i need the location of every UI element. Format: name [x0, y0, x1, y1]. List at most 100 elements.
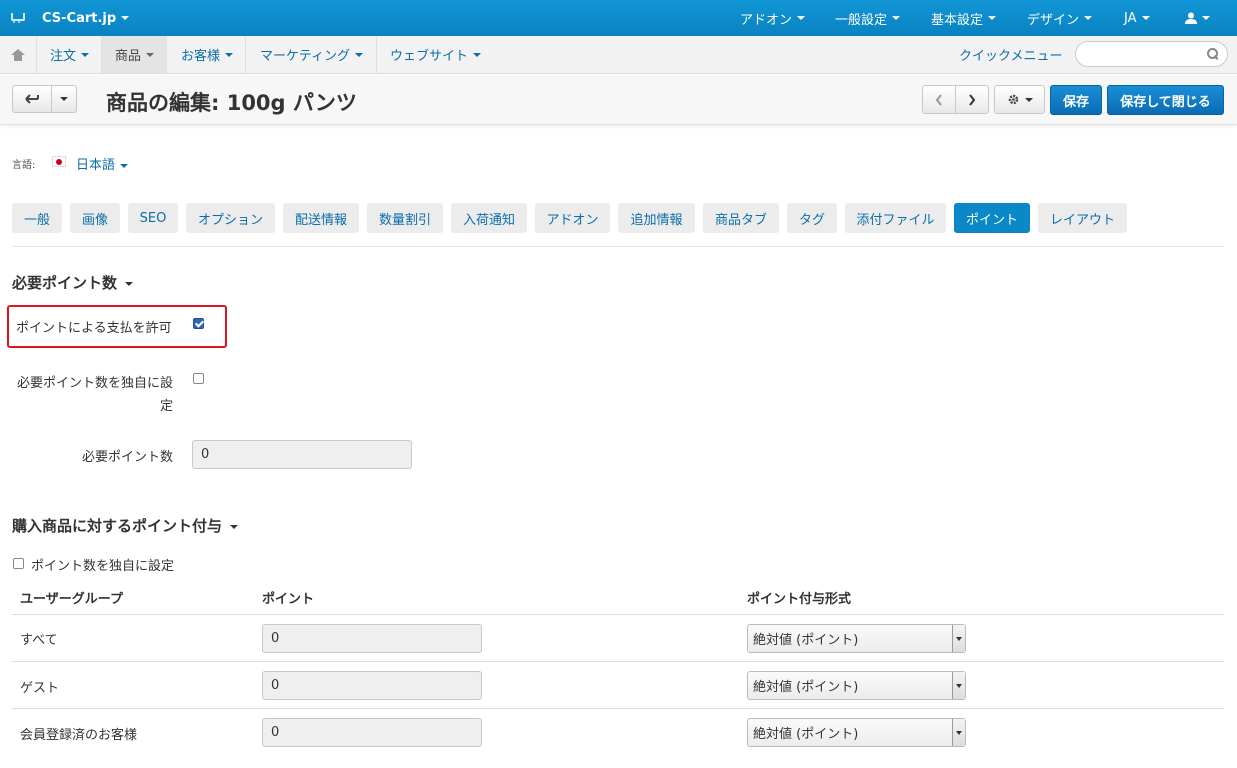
chevron-down-icon	[146, 52, 155, 57]
chevron-down-icon	[354, 52, 363, 57]
tab-additional-info[interactable]: 追加情報	[618, 203, 695, 233]
row-points-input[interactable]: 0	[262, 624, 482, 653]
tab-points[interactable]: ポイント	[954, 203, 1030, 233]
brand-name: CS-Cart.jp	[42, 10, 117, 26]
tab-seo[interactable]: SEO	[128, 203, 178, 233]
home-button[interactable]	[0, 36, 37, 73]
search-icon	[1207, 48, 1218, 59]
language-label: 言語:	[12, 160, 36, 171]
topnav-addons-label: アドオン	[740, 12, 793, 28]
chevron-down-icon	[225, 52, 234, 57]
required-points-label: 必要ポイント数	[81, 450, 173, 465]
chevron-right-icon	[969, 93, 976, 106]
tab-shipping[interactable]: 配送情報	[283, 203, 359, 233]
override-required-points-checkbox[interactable]	[193, 373, 204, 384]
nav-website-label: ウェブサイト	[390, 49, 469, 64]
search-input[interactable]	[1075, 41, 1228, 67]
next-product-button[interactable]	[955, 85, 989, 114]
topnav-general-settings[interactable]: 一般設定	[835, 0, 901, 36]
nav-orders[interactable]: 注文	[37, 36, 102, 73]
select-value: 絶対値 (ポイント)	[753, 727, 859, 742]
topnav-user[interactable]	[1185, 0, 1210, 36]
topnav-basic-settings-label: 基本設定	[931, 12, 984, 28]
user-icon	[1185, 12, 1197, 24]
row-points-type-select[interactable]: 絶対値 (ポイント)	[747, 718, 966, 747]
override-earned-points-label: ポイント数を独自に設定	[31, 559, 175, 574]
tab-product-tabs[interactable]: 商品タブ	[703, 203, 779, 233]
nav-website[interactable]: ウェブサイト	[377, 36, 494, 73]
select-value: 絶対値 (ポイント)	[753, 680, 859, 695]
nav-orders-label: 注文	[50, 49, 77, 64]
column-header-points-type: ポイント付与形式	[747, 592, 852, 607]
select-arrow-icon	[952, 672, 965, 699]
cart-icon	[10, 12, 25, 24]
nav-customers-label: お客様	[181, 49, 221, 64]
earned-points-section-toggle[interactable]: 購入商品に対するポイント付与	[12, 515, 239, 536]
select-arrow-icon	[952, 625, 965, 652]
allow-points-payment-checkbox[interactable]	[193, 318, 204, 329]
topnav-language[interactable]: JA	[1124, 0, 1150, 36]
row-points-input[interactable]: 0	[262, 671, 482, 700]
japan-flag-icon	[52, 156, 66, 167]
tab-general[interactable]: 一般	[12, 203, 62, 233]
tab-addons[interactable]: アドオン	[535, 203, 610, 233]
section-title: 必要ポイント数	[12, 274, 118, 292]
back-button[interactable]	[12, 85, 52, 113]
secondary-nav: 注文 商品 お客様 マーケティング ウェブサイト クイックメニュー	[0, 36, 1237, 74]
override-earned-points-checkbox[interactable]	[13, 558, 24, 569]
chevron-down-icon	[121, 16, 130, 20]
required-points-input[interactable]: 0	[192, 440, 412, 469]
override-required-points-label-line1: 必要ポイント数を独自に設	[16, 376, 173, 391]
language-selector[interactable]: 日本語	[76, 154, 129, 173]
chevron-down-icon	[1084, 16, 1093, 20]
top-bar: CS-Cart.jp アドオン 一般設定 基本設定 デザイン JA	[0, 0, 1237, 36]
row-usergroup: すべて	[20, 633, 58, 648]
required-points-section-toggle[interactable]: 必要ポイント数	[12, 272, 134, 293]
chevron-down-icon	[230, 524, 239, 529]
column-header-points: ポイント	[262, 592, 315, 607]
save-and-close-button[interactable]: 保存して閉じる	[1107, 85, 1224, 115]
chevron-down-icon	[60, 97, 68, 101]
allow-points-payment-label: ポイントによる支払を許可	[16, 321, 172, 336]
row-points-type-select[interactable]: 絶対値 (ポイント)	[747, 624, 966, 653]
tab-images[interactable]: 画像	[70, 203, 120, 233]
tab-stock-notification[interactable]: 入荷通知	[451, 203, 527, 233]
tab-tags[interactable]: タグ	[787, 203, 837, 233]
return-arrow-icon	[25, 94, 39, 104]
chevron-down-icon	[1024, 97, 1033, 102]
topnav-general-settings-label: 一般設定	[835, 12, 888, 28]
select-arrow-icon	[952, 719, 965, 746]
column-header-usergroup: ユーザーグループ	[20, 592, 123, 607]
settings-dropdown-button[interactable]	[994, 85, 1045, 114]
row-points-input[interactable]: 0	[262, 718, 482, 747]
nav-products-label: 商品	[115, 49, 142, 64]
tab-quantity-discounts[interactable]: 数量割引	[367, 203, 443, 233]
tab-attachments[interactable]: 添付ファイル	[845, 203, 946, 233]
topnav-design-label: デザイン	[1027, 12, 1080, 28]
chevron-down-icon	[473, 52, 482, 57]
nav-customers[interactable]: お客様	[167, 36, 246, 73]
topnav-basic-settings[interactable]: 基本設定	[931, 0, 997, 36]
section-title: 購入商品に対するポイント付与	[12, 517, 223, 535]
nav-marketing-label: マーケティング	[260, 49, 350, 64]
page-title: 商品の編集: 100g パンツ	[106, 91, 357, 115]
tab-options[interactable]: オプション	[186, 203, 275, 233]
select-value: 絶対値 (ポイント)	[753, 633, 859, 648]
tab-layout[interactable]: レイアウト	[1038, 203, 1127, 233]
nav-products[interactable]: 商品	[102, 36, 167, 73]
topnav-design[interactable]: デザイン	[1027, 0, 1093, 36]
nav-marketing[interactable]: マーケティング	[246, 36, 377, 73]
back-dropdown-button[interactable]	[51, 85, 77, 113]
row-points-type-select[interactable]: 絶対値 (ポイント)	[747, 671, 966, 700]
divider	[12, 661, 1224, 662]
prev-product-button[interactable]	[922, 85, 956, 114]
save-button[interactable]: 保存	[1050, 85, 1102, 115]
row-usergroup: 会員登録済のお客様	[20, 728, 138, 743]
override-required-points-label: 必要ポイント数を独自に設 定	[16, 372, 173, 414]
home-icon	[11, 48, 25, 61]
quick-menu-link[interactable]: クイックメニュー	[959, 36, 1062, 73]
topnav-addons[interactable]: アドオン	[740, 0, 806, 36]
chevron-down-icon	[797, 16, 806, 20]
divider	[12, 708, 1224, 709]
store-switcher[interactable]: CS-Cart.jp	[10, 0, 130, 36]
